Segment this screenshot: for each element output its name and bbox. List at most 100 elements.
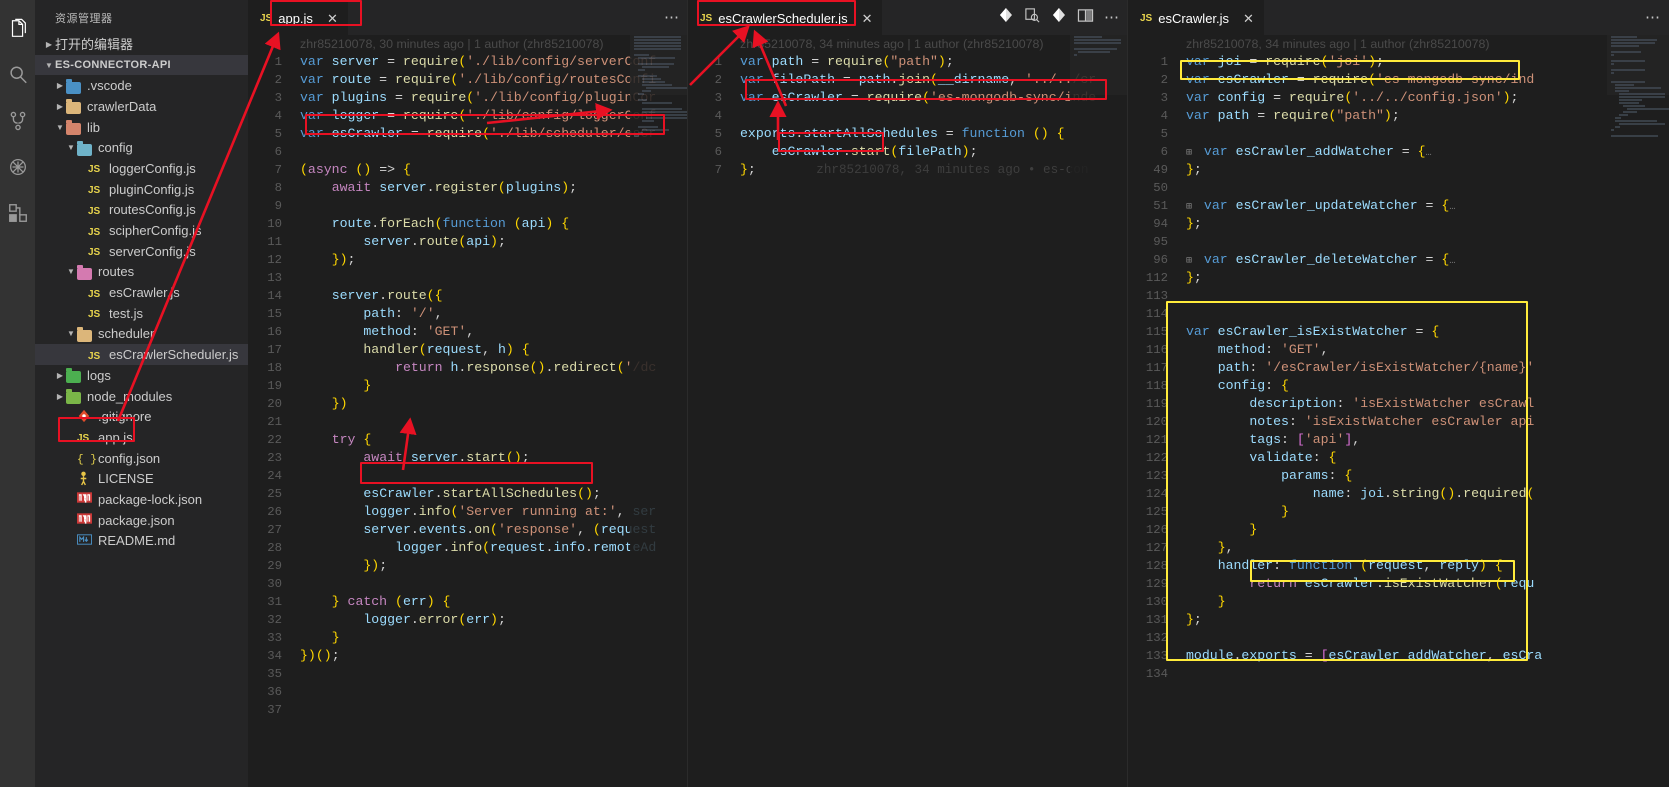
explorer-icon[interactable] xyxy=(0,6,35,52)
tree-item-lib[interactable]: ▼ lib xyxy=(35,117,248,138)
tree-item-config-json[interactable]: { } config.json xyxy=(35,448,248,469)
code-line[interactable]: 30 xyxy=(248,575,688,593)
editor-body-escrawlerscheduler-js[interactable]: zhr85210078, 34 minutes ago | 1 author (… xyxy=(688,35,1128,787)
chevron-right-icon[interactable]: ▶ xyxy=(54,371,66,380)
code-line[interactable]: 121 tags: ['api'], xyxy=(1128,431,1669,449)
line-text[interactable]: route.forEach(function (api) { xyxy=(294,215,688,233)
search-icon[interactable] xyxy=(0,52,35,98)
line-text[interactable]: handler: function (request, reply) { xyxy=(1180,557,1669,575)
extensions-icon[interactable] xyxy=(0,190,35,236)
code-line[interactable]: 3 var esCrawler = require('es-mongodb-syn… xyxy=(688,89,1128,107)
code-line[interactable]: 15 path: '/', xyxy=(248,305,688,323)
minimap-app-js[interactable] xyxy=(630,35,688,787)
minimap-slider[interactable] xyxy=(1070,35,1128,95)
tree-item-package-lock-json[interactable]: package-lock.json xyxy=(35,489,248,510)
code-line[interactable]: 133 module.exports = [esCrawler_addWatche… xyxy=(1128,647,1669,665)
line-text[interactable]: var esCrawler = require('es-mongodb-sync… xyxy=(734,89,1128,107)
code-content-escrawler-js[interactable]: zhr85210078, 34 minutes ago | 1 author (… xyxy=(1128,35,1669,787)
line-text[interactable]: method: 'GET', xyxy=(1180,341,1669,359)
code-content-app-js[interactable]: zhr85210078, 30 minutes ago | 1 author (… xyxy=(248,35,688,787)
more-actions-icon[interactable]: ⋯ xyxy=(1645,10,1661,25)
line-text[interactable]: server.route({ xyxy=(294,287,688,305)
code-line[interactable]: 96 ⊞ var esCrawler_deleteWatcher = {… xyxy=(1128,251,1669,269)
line-text[interactable]: var esCrawler = require('./lib/scheduler… xyxy=(294,125,688,143)
tree-item-pluginconfig-js[interactable]: JS pluginConfig.js xyxy=(35,179,248,200)
code-line[interactable]: 94}; xyxy=(1128,215,1669,233)
line-text[interactable]: esCrawler.startAllSchedules(); xyxy=(294,485,688,503)
tree-item-package-json[interactable]: package.json xyxy=(35,510,248,531)
line-text[interactable]: }); xyxy=(294,251,688,269)
code-line[interactable]: 122 validate: { xyxy=(1128,449,1669,467)
minimap-escrawlerscheduler-js[interactable] xyxy=(1070,35,1128,787)
code-line[interactable]: 8 await server.register(plugins); xyxy=(248,179,688,197)
line-text[interactable]: path: '/', xyxy=(294,305,688,323)
code-line[interactable]: 16 method: 'GET', xyxy=(248,323,688,341)
code-line[interactable]: 2 var filePath = path.join(__dirname, '..… xyxy=(688,71,1128,89)
code-line[interactable]: 33 } xyxy=(248,629,688,647)
line-text[interactable]: ⊞ var esCrawler_updateWatcher = {… xyxy=(1180,197,1669,217)
more-actions-icon[interactable]: ⋯ xyxy=(664,10,680,25)
code-line[interactable]: 5 var esCrawler = require('./lib/schedule… xyxy=(248,125,688,143)
minimap-slider[interactable] xyxy=(1607,35,1669,95)
code-line[interactable]: 24 xyxy=(248,467,688,485)
line-text[interactable]: validate: { xyxy=(1180,449,1669,467)
line-text[interactable]: ⊞ var esCrawler_addWatcher = {… xyxy=(1180,143,1669,163)
tree-item-serverconfig-js[interactable]: JS serverConfig.js xyxy=(35,241,248,262)
code-line[interactable]: 5 exports.startAllSchedules = function ()… xyxy=(688,125,1128,143)
line-text[interactable]: ⊞ var esCrawler_deleteWatcher = {… xyxy=(1180,251,1669,271)
code-line[interactable]: 129 return esCrawler.isExistWatcher(requ xyxy=(1128,575,1669,593)
code-line[interactable]: 50 xyxy=(1128,179,1669,197)
tree-item--gitignore[interactable]: .gitignore xyxy=(35,406,248,427)
line-text[interactable]: var plugins = require('./lib/config/plug… xyxy=(294,89,688,107)
line-text[interactable]: var config = require('../../config.json'… xyxy=(1180,89,1669,107)
line-text[interactable]: } catch (err) { xyxy=(294,593,688,611)
code-line[interactable]: 132 xyxy=(1128,629,1669,647)
code-line[interactable]: 1 var path = require("path"); xyxy=(688,53,1128,71)
line-text[interactable]: return h.response().redirect('/dc xyxy=(294,359,688,377)
close-icon[interactable]: ✕ xyxy=(327,12,338,25)
tree-item-scipherconfig-js[interactable]: JS scipherConfig.js xyxy=(35,220,248,241)
open-editors-section[interactable]: ▶ 打开的编辑器 xyxy=(35,34,248,55)
code-line[interactable]: 130 } xyxy=(1128,593,1669,611)
chevron-right-icon[interactable]: ▶ xyxy=(54,81,66,90)
tree-item-routesconfig-js[interactable]: JS routesConfig.js xyxy=(35,200,248,221)
code-line[interactable]: 18 return h.response().redirect('/dc xyxy=(248,359,688,377)
line-text[interactable]: var path = require("path"); xyxy=(1180,107,1669,125)
tab-app-js[interactable]: JS app.js ✕ xyxy=(248,0,348,35)
code-line[interactable]: 127 }, xyxy=(1128,539,1669,557)
code-line[interactable]: 20 }) xyxy=(248,395,688,413)
line-text[interactable]: exports.startAllSchedules = function () … xyxy=(734,125,1128,143)
tree-item-crawlerdata[interactable]: ▶ crawlerData xyxy=(35,96,248,117)
line-text[interactable]: var joi = require('joi'); xyxy=(1180,53,1669,71)
code-content-escrawlerscheduler-js[interactable]: zhr85210078, 34 minutes ago | 1 author (… xyxy=(688,35,1128,787)
chevron-down-icon[interactable]: ▼ xyxy=(54,123,66,132)
code-line[interactable]: 134 xyxy=(1128,665,1669,683)
tree-item-loggerconfig-js[interactable]: JS loggerConfig.js xyxy=(35,158,248,179)
code-line[interactable]: 6 xyxy=(248,143,688,161)
code-line[interactable]: 116 method: 'GET', xyxy=(1128,341,1669,359)
line-text[interactable]: var esCrawler = require('es-mongodb-sync… xyxy=(1180,71,1669,89)
line-text[interactable]: }; xyxy=(1180,269,1669,287)
line-text[interactable]: }, xyxy=(1180,539,1669,557)
code-line[interactable]: 36 xyxy=(248,683,688,701)
line-text[interactable]: esCrawler.start(filePath); xyxy=(734,143,1128,161)
tree-item-test-js[interactable]: JS test.js xyxy=(35,303,248,324)
code-line[interactable]: 123 params: { xyxy=(1128,467,1669,485)
code-line[interactable]: 119 description: 'isExistWatcher esCrawl xyxy=(1128,395,1669,413)
tree-item-escrawler-js[interactable]: JS esCrawler.js xyxy=(35,282,248,303)
code-line[interactable]: 23 await server.start(); xyxy=(248,449,688,467)
line-text[interactable]: server.route(api); xyxy=(294,233,688,251)
code-line[interactable]: 17 handler(request, h) { xyxy=(248,341,688,359)
code-line[interactable]: 29 }); xyxy=(248,557,688,575)
code-line[interactable]: 26 logger.info('Server running at:', ser xyxy=(248,503,688,521)
chevron-down-icon[interactable]: ▼ xyxy=(65,329,77,338)
code-line[interactable]: 118 config: { xyxy=(1128,377,1669,395)
code-line[interactable]: 4 var logger = require('./lib/config/logg… xyxy=(248,107,688,125)
code-line[interactable]: 2 var route = require('./lib/config/route… xyxy=(248,71,688,89)
line-text[interactable]: await server.register(plugins); xyxy=(294,179,688,197)
chevron-down-icon[interactable]: ▼ xyxy=(65,267,77,276)
line-text[interactable]: } xyxy=(1180,521,1669,539)
code-line[interactable]: 2 var esCrawler = require('es-mongodb-syn… xyxy=(1128,71,1669,89)
code-line[interactable]: 125 } xyxy=(1128,503,1669,521)
line-text[interactable]: notes: 'isExistWatcher esCrawler api xyxy=(1180,413,1669,431)
